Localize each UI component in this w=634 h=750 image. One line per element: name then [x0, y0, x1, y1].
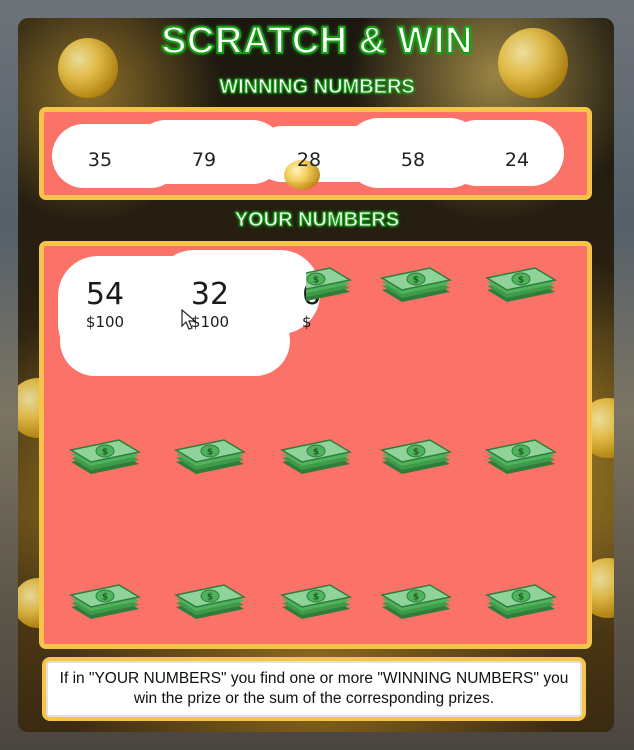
mouse-cursor-icon — [181, 309, 197, 330]
cell-prize: $ — [302, 313, 312, 331]
svg-text:$: $ — [413, 448, 419, 458]
money-stack-icon[interactable]: $ — [483, 438, 559, 478]
money-stack-icon[interactable]: $ — [483, 266, 559, 306]
money-stack-icon[interactable]: $ — [378, 438, 454, 478]
your-number: 32 — [190, 277, 230, 312]
svg-text:$: $ — [518, 593, 524, 603]
money-stack-icon[interactable]: $ — [172, 438, 248, 478]
money-stack-icon[interactable]: $ — [67, 438, 143, 478]
svg-text:$: $ — [313, 276, 319, 286]
svg-text:$: $ — [207, 593, 213, 603]
money-stack-icon[interactable]: $ — [378, 583, 454, 623]
winning-number: 28 — [296, 149, 322, 171]
money-stack-icon[interactable]: $ — [278, 583, 354, 623]
cell-prize: $100 — [85, 313, 125, 331]
svg-text:$: $ — [518, 276, 524, 286]
cell-prize: $100 — [190, 313, 230, 331]
winning-number: 58 — [400, 149, 426, 171]
money-stack-icon[interactable]: $ — [378, 266, 454, 306]
winning-number: 35 — [87, 149, 113, 171]
money-stack-icon[interactable]: $ — [483, 583, 559, 623]
money-stack-icon[interactable]: $ — [67, 583, 143, 623]
winning-numbers-heading: WINNING NUMBERS — [219, 76, 416, 99]
game-title: SCRATCH & WIN — [160, 19, 473, 63]
svg-text:$: $ — [518, 448, 524, 458]
your-number-cell: 54 $100 — [60, 278, 150, 332]
your-number: 54 — [85, 277, 125, 312]
your-number-cell: 32 $100 — [165, 278, 255, 332]
money-stack-icon[interactable]: $ — [278, 438, 354, 478]
svg-text:$: $ — [102, 593, 108, 603]
svg-text:$: $ — [207, 448, 213, 458]
svg-text:$: $ — [313, 448, 319, 458]
svg-text:$: $ — [102, 448, 108, 458]
your-numbers-heading: YOUR NUMBERS — [234, 209, 400, 232]
winning-numbers-panel[interactable]: 35 79 28 58 24 — [39, 107, 592, 200]
winning-number: 79 — [191, 149, 217, 171]
instructions-box: If in "YOUR NUMBERS" you find one or mor… — [42, 657, 586, 721]
svg-text:$: $ — [413, 276, 419, 286]
svg-text:$: $ — [313, 593, 319, 603]
your-numbers-panel[interactable]: 54 $100 32 $100 6 $ $$$$$$$$$$$$$ — [39, 241, 592, 649]
winning-number: 24 — [504, 149, 530, 171]
money-stack-icon[interactable]: $ — [172, 583, 248, 623]
svg-text:$: $ — [413, 593, 419, 603]
